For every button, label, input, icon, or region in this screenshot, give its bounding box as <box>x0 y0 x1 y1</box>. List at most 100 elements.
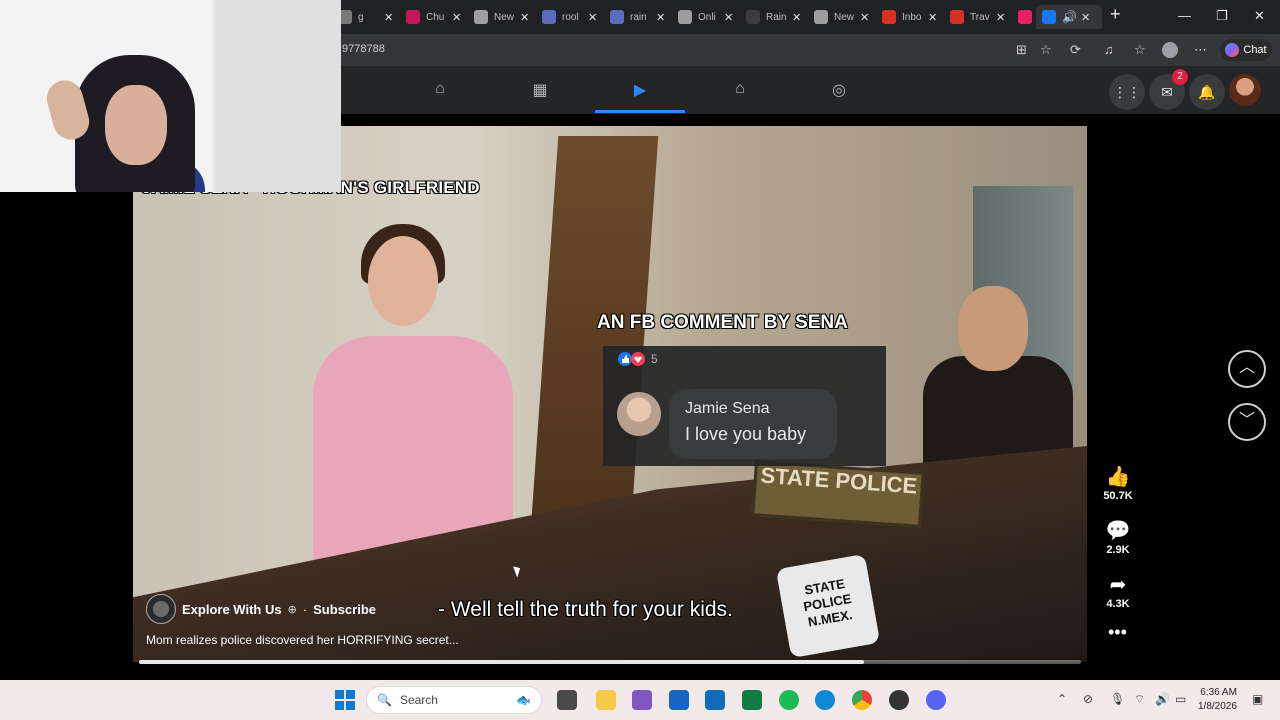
tab-label: Chu <box>426 11 445 23</box>
channel-logo-icon[interactable] <box>146 594 176 624</box>
notifications-bell-icon[interactable]: 🔔 <box>1189 74 1225 110</box>
close-tab-icon[interactable]: ✕ <box>996 11 1005 24</box>
close-tab-icon[interactable]: ✕ <box>928 11 937 24</box>
browser-tab[interactable]: Onli ✕ <box>678 5 733 29</box>
discord-icon[interactable] <box>926 690 946 710</box>
search-icon: 🔍 <box>377 693 392 707</box>
browser-tab[interactable]: Inbo ✕ <box>882 5 937 29</box>
app-icon[interactable] <box>632 690 652 710</box>
media-icon[interactable]: ♫ <box>1104 42 1114 57</box>
more-menu-icon[interactable]: ⋯ <box>1194 42 1207 58</box>
comment-count: 2.9K <box>1106 544 1130 556</box>
home-icon[interactable]: ⌂ <box>430 80 450 100</box>
close-tab-icon[interactable]: ✕ <box>1081 11 1090 24</box>
mail-app-icon[interactable] <box>742 690 762 710</box>
comment-bubble: Jamie Sena I love you baby <box>669 389 837 459</box>
fish-icon: 🐟 <box>516 693 531 707</box>
comment-button[interactable]: 💬 2.9K <box>1097 518 1139 556</box>
windows-taskbar: 🔍 Search 🐟 ⌃ ⊘ 🎙 ⌔ 🔊 ▭ 6:36 AM 1/8/2026 … <box>0 680 1280 720</box>
comment-author: Jamie Sena <box>685 400 770 417</box>
browser-tab[interactable]: New ✕ <box>814 5 869 29</box>
store-icon[interactable] <box>669 690 689 710</box>
security-icon[interactable]: ⊘ <box>1083 692 1093 706</box>
browser-tab[interactable]: rool ✕ <box>542 5 597 29</box>
cas-icon <box>1018 10 1032 24</box>
browser-tab[interactable]: g ✕ <box>338 5 393 29</box>
menu-grid-icon[interactable]: ⋮⋮ <box>1109 74 1145 110</box>
show-hidden-icons-chevron-icon[interactable]: ⌃ <box>1057 692 1067 706</box>
extensions-icon[interactable]: ⟳ <box>1070 42 1081 58</box>
reaction-count: 5 <box>651 352 658 366</box>
outlook-icon[interactable] <box>705 690 725 710</box>
dashboard-icon[interactable]: ▦ <box>530 80 550 100</box>
tab-label: Inbo <box>902 11 922 23</box>
previous-reel-chevron-up-icon[interactable]: ︿ <box>1228 350 1266 388</box>
close-tab-icon[interactable]: ✕ <box>588 11 597 24</box>
profile-icon[interactable] <box>1162 42 1178 58</box>
commenter-avatar <box>617 392 661 436</box>
tab-label: New <box>834 11 855 23</box>
spotify-icon[interactable] <box>779 690 799 710</box>
close-tab-icon[interactable]: ✕ <box>452 11 461 24</box>
browser-tab[interactable]: Chu ✕ <box>406 5 461 29</box>
edge-icon[interactable] <box>815 690 835 710</box>
separator-dot: · <box>302 601 308 617</box>
account-avatar[interactable] <box>1229 74 1261 106</box>
reel-description[interactable]: Mom realizes police discovered her HORRI… <box>146 633 459 647</box>
tab-facebook-active[interactable]: 🔊 ✕ <box>1036 5 1102 29</box>
copilot-icon <box>1225 43 1240 57</box>
app-available-icon[interactable]: ⊞ <box>1016 42 1027 58</box>
video-progress-bar[interactable] <box>139 660 1081 664</box>
battery-icon[interactable]: ▭ <box>1175 692 1186 706</box>
rain-icon <box>746 10 760 24</box>
marketplace-icon[interactable]: ⌂ <box>730 80 750 100</box>
url-field[interactable]: 9778788 <box>342 43 385 55</box>
next-reel-chevron-down-icon[interactable]: ﹀ <box>1228 403 1266 441</box>
task-view-icon[interactable] <box>557 690 577 710</box>
app-icon[interactable] <box>889 690 909 710</box>
more-options-icon[interactable]: ••• <box>1108 622 1127 643</box>
close-window-icon[interactable]: ✕ <box>1254 8 1265 24</box>
facebook-comment-card: 5 Jamie Sena I love you baby <box>603 346 886 466</box>
close-tab-icon[interactable]: ✕ <box>656 11 665 24</box>
favorites-icon[interactable]: ☆ <box>1134 42 1146 58</box>
close-tab-icon[interactable]: ✕ <box>860 11 869 24</box>
maximize-icon[interactable]: ❐ <box>1216 8 1228 24</box>
system-clock[interactable]: 6:36 AM 1/8/2026 <box>1198 686 1237 714</box>
taskbar-search-box[interactable]: 🔍 Search 🐟 <box>366 686 542 714</box>
like-button[interactable]: 👍 50.7K <box>1097 464 1139 502</box>
chrome-icon[interactable] <box>852 690 872 710</box>
file-explorer-icon[interactable] <box>596 690 616 710</box>
state-police-badge: STATE POLICE N.MEX. <box>775 553 881 659</box>
close-tab-icon[interactable]: ✕ <box>384 11 393 24</box>
reels-video-icon[interactable]: ▶ <box>630 80 650 100</box>
reel-video[interactable]: STATE POLICE STATE POLICE N.MEX. JAMIE S… <box>133 126 1087 662</box>
comment-bubble-icon: 💬 <box>1105 520 1131 542</box>
newtab-icon <box>814 10 828 24</box>
close-tab-icon[interactable]: ✕ <box>520 11 529 24</box>
browser-tab[interactable]: Rain ✕ <box>746 5 801 29</box>
minimize-icon[interactable]: — <box>1178 8 1191 23</box>
share-arrow-icon: ➦ <box>1109 574 1127 596</box>
gaming-icon[interactable]: ◎ <box>829 80 849 100</box>
channel-name[interactable]: Explore With Us <box>182 602 282 617</box>
favorite-star-icon[interactable]: ☆ <box>1040 42 1052 58</box>
comment-text: I love you baby <box>685 424 807 444</box>
microphone-icon[interactable]: 🎙 <box>1110 692 1125 706</box>
subscribe-button[interactable]: Subscribe <box>313 602 376 617</box>
tab-label: Trav <box>970 11 990 23</box>
browser-tab[interactable]: New ✕ <box>474 5 529 29</box>
new-tab-button[interactable]: + <box>1110 4 1121 25</box>
volume-icon[interactable]: 🔊 <box>1155 692 1170 706</box>
share-button[interactable]: ➦ 4.3K <box>1097 572 1139 610</box>
notification-center-icon[interactable]: ▣ <box>1252 692 1263 706</box>
close-tab-icon[interactable]: ✕ <box>792 11 801 24</box>
copilot-chat-button[interactable]: Chat <box>1220 39 1272 61</box>
wifi-icon[interactable]: ⌔ <box>1134 692 1145 707</box>
windows-start-icon[interactable] <box>335 690 355 710</box>
browser-tab[interactable]: rain ✕ <box>610 5 665 29</box>
browser-tab[interactable]: Trav ✕ <box>950 5 1005 29</box>
active-tab-indicator <box>595 110 685 113</box>
close-tab-icon[interactable]: ✕ <box>724 11 733 24</box>
thumbs-up-icon: 👍 <box>1105 466 1131 488</box>
